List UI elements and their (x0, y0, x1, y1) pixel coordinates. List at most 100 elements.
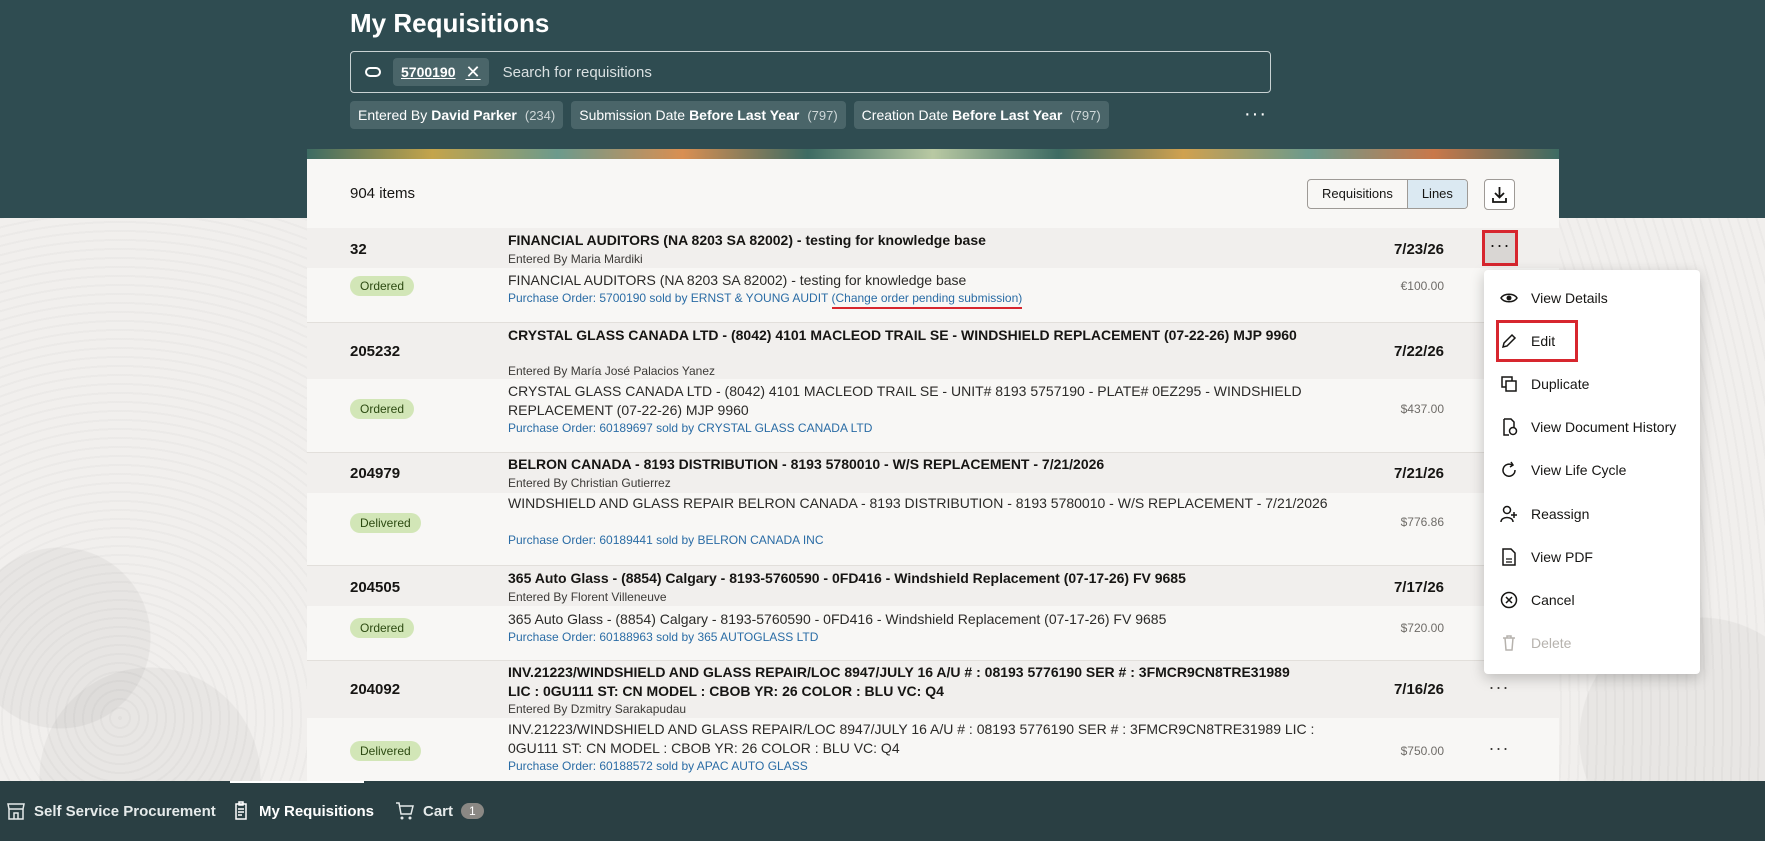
trash-icon (1503, 635, 1515, 651)
purchase-order-link[interactable]: Purchase Order: 60189697 sold by CRYSTAL… (508, 421, 872, 435)
decorative-banner (307, 149, 1559, 159)
status-badge: Ordered (350, 276, 415, 296)
download-button[interactable] (1484, 179, 1515, 210)
view-toggle: Requisitions Lines (1307, 179, 1468, 209)
cart-icon (396, 802, 414, 820)
row-actions-button-active[interactable]: ··· (1482, 230, 1518, 266)
page-title: My Requisitions (350, 8, 550, 38)
line-description: 365 Auto Glass - (8854) Calgary - 8193-5… (508, 611, 1167, 627)
requisition-date: 7/16/26 (1393, 681, 1444, 698)
filter-creation-date[interactable]: Creation Date Before Last Year (797) (853, 101, 1109, 129)
table-row[interactable]: 204979 BELRON CANADA - 8193 DISTRIBUTION… (307, 453, 1559, 566)
filter-count: (797) (1070, 107, 1101, 123)
line-description: CRYSTAL GLASS CANADA LTD - (8042) 4101 M… (508, 383, 1302, 418)
status-badge: Delivered (350, 741, 421, 761)
requisition-number[interactable]: 204505 (350, 579, 400, 596)
requisition-title[interactable]: BELRON CANADA - 8193 DISTRIBUTION - 8193… (508, 455, 1298, 474)
menu-item-cancel[interactable]: Cancel (1484, 580, 1700, 620)
entered-by: Entered By María José Palacios Yanez (508, 364, 715, 378)
store-icon (7, 803, 25, 820)
reassign-icon (1500, 505, 1517, 523)
filter-value: David Parker (431, 107, 517, 123)
filter-value: Before Last Year (952, 107, 1063, 123)
nav-cart[interactable]: Cart 1 (395, 801, 484, 821)
tab-requisitions[interactable]: Requisitions (1308, 180, 1407, 208)
edit-highlight-box (1496, 320, 1578, 362)
requisition-number[interactable]: 204979 (350, 465, 400, 482)
search-placeholder[interactable]: Search for requisitions (503, 64, 652, 81)
menu-item-view-details[interactable]: View Details (1484, 278, 1700, 318)
change-order-note[interactable]: (Change order pending submission) (831, 291, 1023, 309)
line-amount: €100.00 (1400, 279, 1444, 293)
menu-item-view-pdf[interactable]: View PDF (1484, 537, 1700, 577)
requisition-title[interactable]: 365 Auto Glass - (8854) Calgary - 8193-5… (508, 569, 1298, 588)
requisition-number[interactable]: 204092 (350, 681, 400, 698)
eye-icon (1500, 293, 1518, 303)
requisition-number[interactable]: 32 (350, 241, 367, 258)
table-row[interactable]: 204092 INV.21223/WINDSHIELD AND GLASS RE… (307, 661, 1559, 781)
nav-self-service-procurement[interactable]: Self Service Procurement (6, 801, 216, 821)
search-chip[interactable]: 5700190 ✕ (393, 58, 489, 86)
table-row[interactable]: 205232 CRYSTAL GLASS CANADA LTD - (8042)… (307, 323, 1559, 453)
requisition-date: 7/22/26 (1393, 343, 1444, 360)
menu-item-label: View Life Cycle (1531, 462, 1627, 478)
menu-item-edit[interactable]: Edit (1484, 320, 1700, 362)
filter-bar: Entered By David Parker (234) Submission… (350, 101, 1109, 129)
row-actions-button[interactable]: ··· (1487, 677, 1511, 698)
po-text[interactable]: Purchase Order: 5700190 sold by ERNST & … (508, 291, 828, 305)
purchase-order-link[interactable]: Purchase Order: 5700190 sold by ERNST & … (508, 291, 1023, 309)
line-actions-button[interactable]: ··· (1487, 738, 1511, 759)
requisition-title[interactable]: CRYSTAL GLASS CANADA LTD - (8042) 4101 M… (508, 326, 1298, 345)
items-count: 904 items (350, 185, 416, 202)
requisition-title[interactable]: FINANCIAL AUDITORS (NA 8203 SA 82002) - … (508, 231, 1298, 250)
menu-item-label: View Details (1531, 290, 1608, 306)
menu-item-reassign[interactable]: Reassign (1484, 494, 1700, 534)
line-description: FINANCIAL AUDITORS (NA 8203 SA 82002) - … (508, 272, 967, 288)
purchase-order-link[interactable]: Purchase Order: 60189441 sold by BELRON … (508, 533, 823, 547)
nav-label: My Requisitions (259, 802, 375, 820)
filter-submission-date[interactable]: Submission Date Before Last Year (797) (571, 101, 846, 129)
status-badge: Ordered (350, 399, 415, 419)
nav-my-requisitions[interactable]: My Requisitions (231, 801, 374, 821)
cart-count-badge: 1 (461, 803, 484, 819)
cancel-icon (1500, 591, 1518, 609)
filter-entered-by[interactable]: Entered By David Parker (234) (350, 101, 564, 129)
menu-item-view-life-cycle[interactable]: View Life Cycle (1484, 450, 1700, 490)
clipboard-icon (235, 801, 247, 820)
requisition-number[interactable]: 205232 (350, 343, 400, 360)
filter-count: (797) (807, 107, 838, 123)
menu-item-label: View Document History (1531, 419, 1677, 435)
menu-item-delete: Delete (1484, 623, 1700, 663)
requisitions-card: 904 items Requisitions Lines 32 FINANCIA… (307, 149, 1559, 781)
table-row[interactable]: 204505 365 Auto Glass - (8854) Calgary -… (307, 566, 1559, 661)
purchase-order-link[interactable]: Purchase Order: 60188963 sold by 365 AUT… (508, 630, 818, 644)
table-row[interactable]: 32 FINANCIAL AUDITORS (NA 8203 SA 82002)… (307, 228, 1559, 323)
menu-item-duplicate[interactable]: Duplicate (1484, 364, 1700, 404)
bottom-nav: Self Service Procurement My Requisitions… (0, 781, 1765, 841)
duplicate-icon (1501, 376, 1517, 392)
tab-lines[interactable]: Lines (1406, 180, 1467, 208)
more-filters-button[interactable]: ··· (1244, 103, 1267, 126)
search-input[interactable]: 5700190 ✕ Search for requisitions (350, 51, 1271, 93)
filter-value: Before Last Year (689, 107, 800, 123)
filter-label: Entered By (358, 107, 428, 123)
close-icon[interactable]: ✕ (466, 62, 481, 83)
menu-item-label: Duplicate (1531, 376, 1590, 392)
menu-item-label: View PDF (1531, 549, 1593, 565)
requisition-title[interactable]: INV.21223/WINDSHIELD AND GLASS REPAIR/LO… (508, 663, 1298, 701)
menu-item-view-document-history[interactable]: View Document History (1484, 407, 1700, 447)
menu-item-label: Delete (1531, 635, 1572, 651)
filter-pill-icon (365, 67, 381, 77)
requisition-date: 7/17/26 (1393, 579, 1444, 596)
purchase-order-link[interactable]: Purchase Order: 60188572 sold by APAC AU… (508, 759, 808, 773)
nav-label: Cart (423, 802, 454, 820)
nav-label: Self Service Procurement (34, 802, 216, 820)
entered-by: Entered By Florent Villeneuve (508, 590, 667, 604)
pdf-icon (1502, 548, 1516, 566)
entered-by: Entered By Christian Gutierrez (508, 476, 671, 490)
status-badge: Ordered (350, 618, 415, 638)
line-description: INV.21223/WINDSHIELD AND GLASS REPAIR/LO… (508, 721, 1315, 756)
download-icon (1492, 187, 1507, 203)
filter-count: (234) (524, 107, 556, 123)
line-description: WINDSHIELD AND GLASS REPAIR BELRON CANAD… (508, 495, 1328, 511)
